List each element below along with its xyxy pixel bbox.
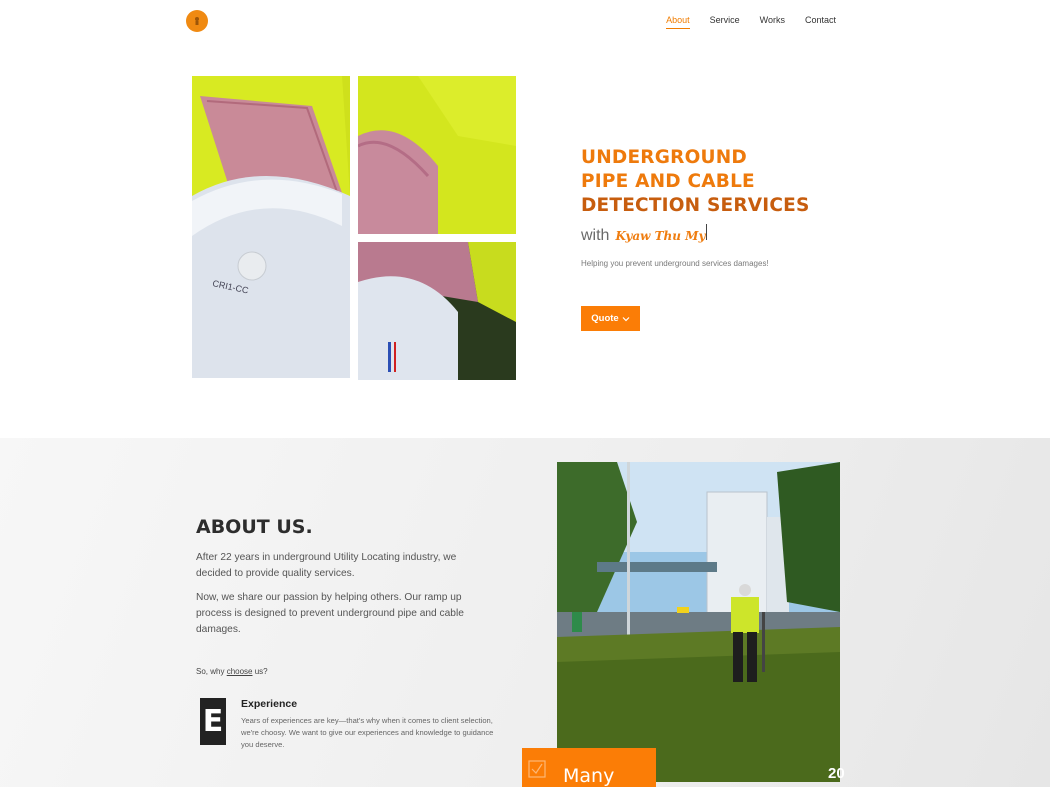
hero-subtitle: Helping you prevent underground services…	[581, 259, 769, 268]
typing-caret	[706, 224, 708, 240]
hero-photo-left: CRI1-CC	[192, 76, 350, 378]
stat-card: Many	[522, 748, 656, 787]
why-suffix: us?	[252, 667, 268, 676]
choose-link[interactable]: choose	[227, 667, 253, 676]
about-section: ABOUT US. After 22 years in underground …	[0, 438, 1050, 787]
nav-link-works[interactable]: Works	[760, 15, 785, 29]
logo-icon	[195, 17, 199, 25]
top-navbar: About Service Works Contact	[0, 0, 1050, 44]
typed-tagline: with Kyaw Thu My	[581, 224, 841, 245]
chevron-down-icon	[622, 316, 630, 321]
hero-photo-bottom-right	[358, 242, 516, 380]
checkbox-icon	[528, 760, 546, 778]
hero-title-line: DETECTION SERVICES	[581, 195, 810, 216]
about-title: ABOUT US.	[196, 516, 313, 538]
stat-card-label: Many	[563, 765, 615, 787]
worker-field-photo	[557, 462, 840, 782]
typed-name: Kyaw Thu My	[615, 229, 706, 243]
hero-title-line: PIPE AND CABLE	[581, 171, 755, 192]
about-paragraph: After 22 years in underground Utility Lo…	[196, 552, 457, 579]
photo-year-caption: 20	[828, 765, 845, 782]
nav-link-about[interactable]: About	[666, 15, 690, 29]
hero-title-line: UNDERGROUND	[581, 147, 747, 168]
with-word: with	[581, 227, 610, 244]
quote-button[interactable]: Quote	[581, 306, 640, 331]
nav-link-contact[interactable]: Contact	[805, 15, 836, 29]
experience-letter-icon: E	[200, 698, 226, 745]
nav-menu: About Service Works Contact	[666, 15, 836, 29]
hero-photo-top-right	[358, 76, 516, 234]
hero-text-block: UNDERGROUND PIPE AND CABLE DETECTION SER…	[581, 146, 841, 331]
about-paragraph: Now, we share our passion by helping oth…	[196, 592, 464, 635]
why-prefix: So, why	[196, 667, 227, 676]
nav-link-service[interactable]: Service	[710, 15, 740, 29]
experience-title: Experience	[241, 698, 298, 710]
hero-photo-collage: CRI1-CC	[192, 76, 516, 380]
hero-title: UNDERGROUND PIPE AND CABLE DETECTION SER…	[581, 146, 841, 218]
why-choose-us: So, why choose us?	[196, 667, 268, 676]
experience-text: Years of experiences are key—that's why …	[241, 716, 494, 749]
quote-button-label: Quote	[591, 313, 619, 324]
logo[interactable]	[186, 10, 208, 32]
